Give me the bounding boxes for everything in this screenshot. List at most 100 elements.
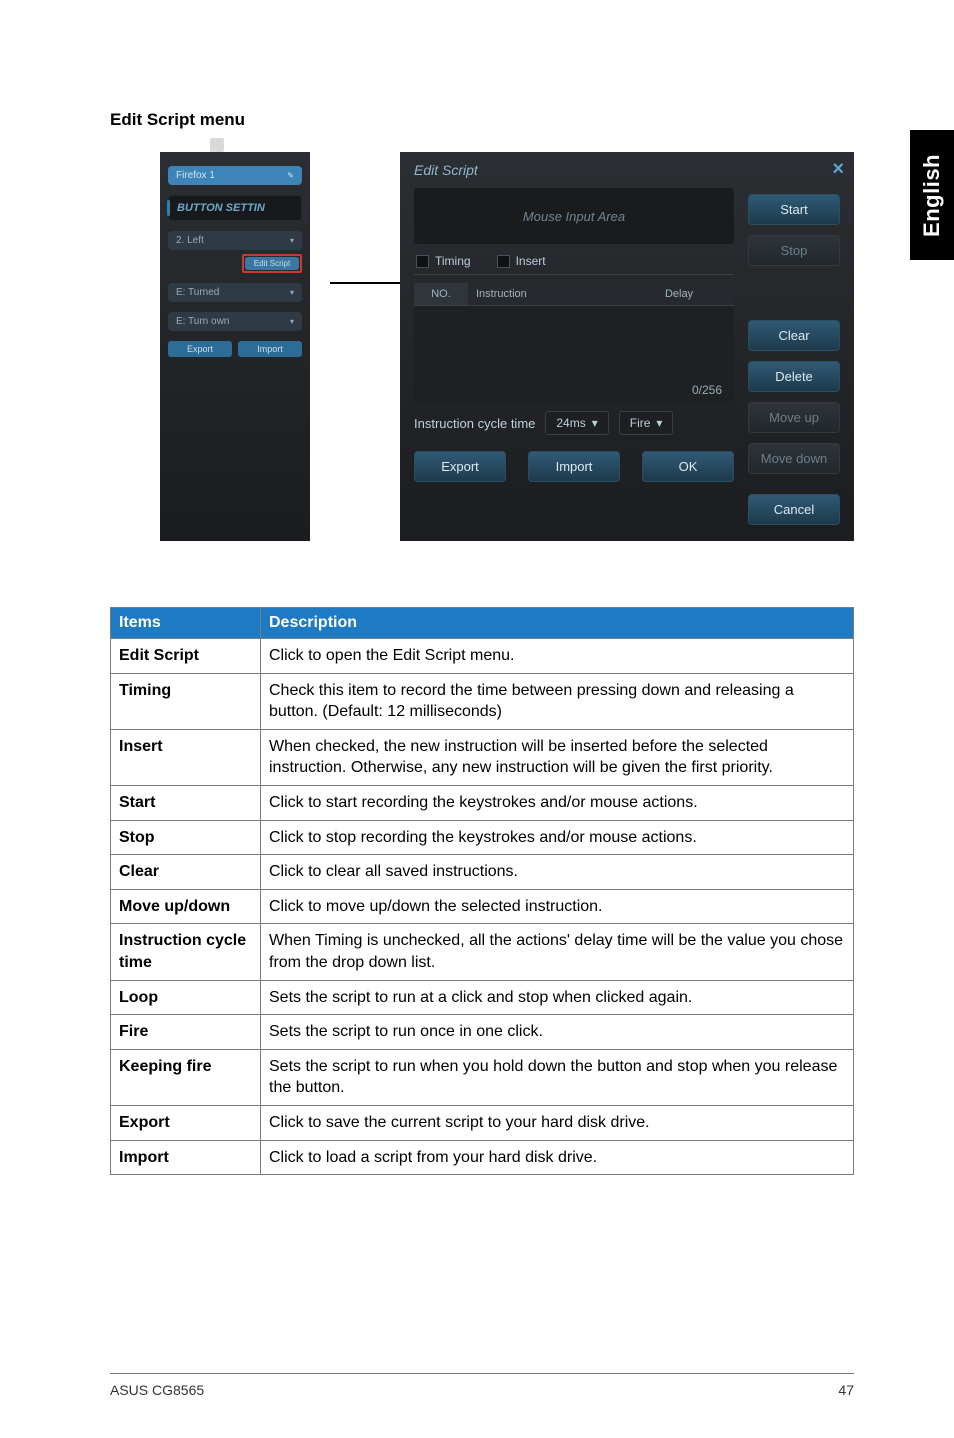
action-label-1: E: Turned [176,287,219,298]
move-up-button[interactable]: Move up [748,402,840,433]
page-footer: ASUS CG8565 47 [110,1373,854,1398]
chevron-down-icon: ▾ [592,416,598,430]
item-description: Click to load a script from your hard di… [261,1140,854,1175]
description-table: Items Description Edit ScriptClick to op… [110,607,854,1175]
item-name: Fire [111,1015,261,1050]
fire-mode-select[interactable]: Fire ▾ [619,411,674,435]
col-instruction: Instruction [468,283,624,305]
export-button[interactable]: Export [414,451,506,482]
item-name: Insert [111,729,261,785]
dialog-bottom-buttons: Export Import OK [414,451,734,482]
mini-export-button[interactable]: Export [168,341,232,357]
insert-checkbox[interactable]: Insert [497,254,546,268]
cancel-button[interactable]: Cancel [748,494,840,525]
action-pill-2[interactable]: E: Turn own ▾ [168,312,302,331]
instruction-counter: 0/256 [692,383,722,397]
table-row: Instruction cycle timeWhen Timing is unc… [111,924,854,980]
item-name: Timing [111,673,261,729]
insert-label: Insert [516,254,546,268]
checkbox-icon [416,255,429,268]
item-name: Edit Script [111,639,261,674]
edit-script-dialog: Edit Script × Mouse Input Area Timing In… [400,152,854,541]
item-description: Sets the script to run when you hold dow… [261,1049,854,1105]
item-description: Click to save the current script to your… [261,1105,854,1140]
timing-checkbox[interactable]: Timing [416,254,471,268]
start-button[interactable]: Start [748,194,840,225]
profile-pill[interactable]: Firefox 1 ✎ [168,166,302,185]
button-setting-section[interactable]: BUTTON SETTIN [168,195,302,221]
item-name: Keeping fire [111,1049,261,1105]
instruction-table-header: NO. Instruction Delay [414,283,734,306]
table-row: Keeping fireSets the script to run when … [111,1049,854,1105]
options-row: Timing Insert [414,252,734,275]
edit-script-button[interactable]: Edit Script [245,257,299,270]
table-row: LoopSets the script to run at a click an… [111,980,854,1015]
item-description: When Timing is unchecked, all the action… [261,924,854,980]
item-description: Sets the script to run once in one click… [261,1015,854,1050]
section-heading: Edit Script menu [110,110,854,130]
table-row: FireSets the script to run once in one c… [111,1015,854,1050]
fire-mode-value: Fire [630,416,651,430]
table-row: ExportClick to save the current script t… [111,1105,854,1140]
col-no: NO. [414,283,468,305]
item-name: Loop [111,980,261,1015]
table-header-description: Description [261,608,854,639]
instruction-table: NO. Instruction Delay 0/256 [414,283,734,403]
profile-label: Firefox 1 [176,170,215,181]
mini-import-button[interactable]: Import [238,341,302,357]
item-name: Move up/down [111,889,261,924]
delete-button[interactable]: Delete [748,361,840,392]
cycle-time-value: 24ms [556,416,585,430]
table-row: StartClick to start recording the keystr… [111,785,854,820]
stop-button[interactable]: Stop [748,235,840,266]
item-description: Click to clear all saved instructions. [261,855,854,890]
chevron-down-icon: ▾ [290,236,294,245]
timing-label: Timing [435,254,471,268]
item-description: Check this item to record the time betwe… [261,673,854,729]
footer-page-number: 47 [838,1382,854,1398]
screenshot: Firefox 1 ✎ BUTTON SETTIN 2. Left ▾ Edit… [160,152,854,541]
action-pill-1[interactable]: E: Turned ▾ [168,283,302,302]
screenshot-left-panel: Firefox 1 ✎ BUTTON SETTIN 2. Left ▾ Edit… [160,152,310,541]
col-delay: Delay [624,283,734,305]
item-description: Click to start recording the keystrokes … [261,785,854,820]
table-row: InsertWhen checked, the new instruction … [111,729,854,785]
item-description: Click to open the Edit Script menu. [261,639,854,674]
chevron-down-icon: ▾ [290,288,294,297]
item-name: Export [111,1105,261,1140]
cycle-time-label: Instruction cycle time [414,416,535,431]
action-label-2: E: Turn own [176,316,229,327]
mouse-button-label: 2. Left [176,235,204,246]
import-button[interactable]: Import [528,451,620,482]
checkbox-icon [497,255,510,268]
cycle-time-select[interactable]: 24ms ▾ [545,411,608,435]
item-name: Start [111,785,261,820]
cycle-time-row: Instruction cycle time 24ms ▾ Fire ▾ [414,411,734,435]
table-row: ClearClick to clear all saved instructio… [111,855,854,890]
close-icon[interactable]: × [832,158,844,181]
dialog-side-buttons: Start Stop Clear Delete Move up Move dow… [748,188,840,525]
table-row: Move up/downClick to move up/down the se… [111,889,854,924]
item-name: Stop [111,820,261,855]
mouse-button-pill[interactable]: 2. Left ▾ [168,231,302,250]
chevron-down-icon: ▾ [290,317,294,326]
table-header-items: Items [111,608,261,639]
move-down-button[interactable]: Move down [748,443,840,474]
edit-icon: ✎ [287,171,294,180]
clear-button[interactable]: Clear [748,320,840,351]
item-name: Instruction cycle time [111,924,261,980]
item-name: Clear [111,855,261,890]
chevron-down-icon: ▾ [656,416,662,430]
item-description: Click to move up/down the selected instr… [261,889,854,924]
table-row: ImportClick to load a script from your h… [111,1140,854,1175]
ok-button[interactable]: OK [642,451,734,482]
table-row: Edit ScriptClick to open the Edit Script… [111,639,854,674]
item-description: When checked, the new instruction will b… [261,729,854,785]
footer-model: ASUS CG8565 [110,1382,204,1398]
dialog-title: Edit Script [400,152,854,178]
mouse-input-area[interactable]: Mouse Input Area [414,188,734,244]
table-row: StopClick to stop recording the keystrok… [111,820,854,855]
item-description: Sets the script to run at a click and st… [261,980,854,1015]
edit-script-highlight: Edit Script [242,254,302,273]
item-description: Click to stop recording the keystrokes a… [261,820,854,855]
